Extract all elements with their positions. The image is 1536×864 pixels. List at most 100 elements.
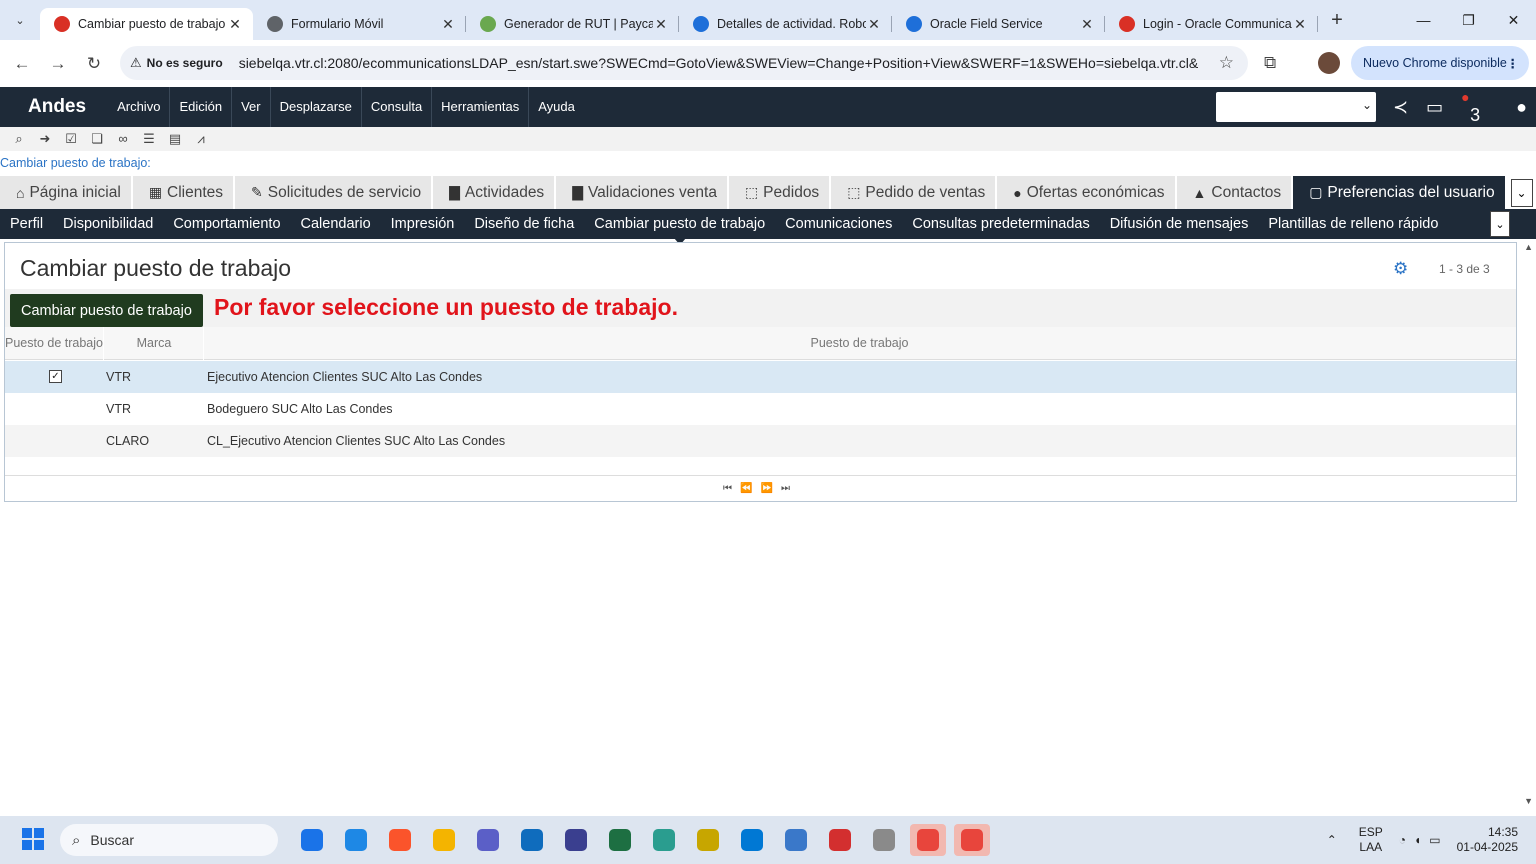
search-icon[interactable]: ⌕ <box>6 129 32 149</box>
omnibox[interactable]: ⚠ No es seguro siebelqa.vtr.cl:2080/ecomm… <box>120 46 1248 80</box>
clipboard-icon[interactable]: ▤ <box>162 129 188 149</box>
view-tab[interactable]: Comunicaciones <box>775 209 902 239</box>
screen-tab[interactable]: ⬚ Pedido de ventas <box>831 176 996 209</box>
close-tab-icon[interactable]: ✕ <box>653 16 669 33</box>
bookmark-star-icon[interactable]: ☆ <box>1219 53 1234 73</box>
column-header-marca[interactable]: Marca <box>105 327 204 360</box>
share-icon[interactable]: ≺ <box>1393 97 1408 118</box>
menu-item[interactable]: Herramientas <box>432 87 528 127</box>
view-tab[interactable]: Consultas predeterminadas <box>902 209 1099 239</box>
view-tab[interactable]: Perfil <box>0 209 53 239</box>
taskbar-app-icon[interactable] <box>690 824 726 856</box>
browser-tab[interactable]: Generador de RUT | Payca ✕ <box>466 8 679 40</box>
browser-tab[interactable]: Detalles de actividad. Robo ✕ <box>679 8 892 40</box>
taskbar-app-icon[interactable] <box>426 824 462 856</box>
copy-icon[interactable]: ❏ <box>84 129 110 149</box>
view-tab[interactable]: Comportamiento <box>163 209 290 239</box>
change-position-button[interactable]: Cambiar puesto de trabajo <box>10 294 203 327</box>
volume-icon[interactable]: ◖ <box>1414 833 1421 847</box>
screen-tabs-more-icon[interactable]: ⌄ <box>1510 179 1533 207</box>
browser-tab[interactable]: Formulario Móvil ✕ <box>253 8 466 40</box>
last-page-icon[interactable]: ⏭ <box>781 483 798 494</box>
browser-tab[interactable]: Login - Oracle Communica ✕ <box>1105 8 1318 40</box>
close-tab-icon[interactable]: ✕ <box>1292 16 1308 33</box>
taskbar-search[interactable]: ⌕ Buscar <box>60 824 278 856</box>
screen-tab[interactable]: ▇ Actividades <box>433 176 555 209</box>
taskbar-app-icon[interactable] <box>558 824 594 856</box>
close-tab-icon[interactable]: ✕ <box>866 16 882 33</box>
browser-tab[interactable]: Oracle Field Service ✕ <box>892 8 1105 40</box>
taskbar-app-icon[interactable] <box>294 824 330 856</box>
chart-icon[interactable]: ⩘ <box>188 129 214 149</box>
go-icon[interactable]: ➜ <box>32 129 58 149</box>
scroll-up-icon[interactable]: ▲ <box>1524 242 1533 252</box>
taskbar-app-icon[interactable] <box>338 824 374 856</box>
list-icon[interactable]: ☰ <box>136 129 162 149</box>
view-tab[interactable]: Calendario <box>291 209 381 239</box>
wifi-icon[interactable]: ◔ <box>1399 833 1406 847</box>
scroll-down-icon[interactable]: ▼ <box>1524 796 1533 806</box>
gear-icon[interactable]: ⚙ <box>1393 259 1408 279</box>
notifications-icon[interactable]: ● 3 <box>1461 89 1498 126</box>
screen-tab[interactable]: ▢ Preferencias del usuario <box>1293 176 1505 209</box>
screen-tab[interactable]: ▇ Validaciones venta <box>556 176 727 209</box>
taskbar-app-icon[interactable] <box>910 824 946 856</box>
restore-icon[interactable]: ❐ <box>1446 0 1491 40</box>
url-text[interactable]: siebelqa.vtr.cl:2080/ecommunicationsLDAP… <box>239 55 1199 71</box>
taskbar-app-icon[interactable] <box>778 824 814 856</box>
menu-item[interactable]: Desplazarse <box>271 87 361 127</box>
menu-item[interactable]: Edición <box>170 87 231 127</box>
taskbar-app-icon[interactable] <box>822 824 858 856</box>
next-page-icon[interactable]: ⏩ <box>761 483 781 494</box>
view-tab[interactable]: Diseño de ficha <box>464 209 584 239</box>
taskbar-app-icon[interactable] <box>382 824 418 856</box>
taskbar-app-icon[interactable] <box>514 824 550 856</box>
security-indicator[interactable]: ⚠ No es seguro <box>130 55 223 71</box>
screen-tab[interactable]: ▲ Contactos <box>1176 176 1292 209</box>
menu-item[interactable]: Archivo <box>108 87 169 127</box>
view-tab[interactable]: Impresión <box>381 209 465 239</box>
taskbar-app-icon[interactable] <box>602 824 638 856</box>
close-tab-icon[interactable]: ✕ <box>440 16 456 33</box>
first-page-icon[interactable]: ⏮ <box>723 483 740 494</box>
extensions-icon[interactable]: ⧉ <box>1264 53 1276 73</box>
minimize-icon[interactable]: — <box>1401 0 1446 40</box>
forward-icon[interactable]: → <box>40 54 76 74</box>
browser-tab[interactable]: Cambiar puesto de trabajo ✕ <box>40 8 253 40</box>
screen-tab[interactable]: ▦ Clientes <box>132 176 234 209</box>
chevron-up-icon[interactable]: ⌃ <box>1327 833 1337 847</box>
breadcrumb[interactable]: Cambiar puesto de trabajo: <box>0 156 151 170</box>
column-header-primary[interactable]: Puesto de trabajo <box>5 327 104 360</box>
view-tab[interactable]: Disponibilidad <box>53 209 163 239</box>
user-icon[interactable]: ● <box>1516 97 1527 118</box>
screen-tab[interactable]: ⌂ Página inicial <box>0 176 131 209</box>
tab-search-icon[interactable]: ⌄ <box>0 0 40 40</box>
view-tab[interactable]: Cambiar puesto de trabajo <box>584 209 775 245</box>
prev-page-icon[interactable]: ⏪ <box>740 483 760 494</box>
language-indicator[interactable]: ESP LAA <box>1359 825 1383 855</box>
view-tab[interactable]: Plantillas de relleno rápido <box>1258 209 1448 239</box>
table-row[interactable]: ✓ VTR Ejecutivo Atencion Clientes SUC Alto… <box>5 361 1516 393</box>
menu-item[interactable]: Ver <box>232 87 270 127</box>
screen-tab[interactable]: ● Ofertas económicas <box>997 176 1175 209</box>
windows-start-icon[interactable] <box>22 828 44 850</box>
table-row[interactable]: VTR Bodeguero SUC Alto Las Condes <box>5 393 1516 425</box>
close-tab-icon[interactable]: ✕ <box>227 16 243 33</box>
column-header-puesto[interactable]: Puesto de trabajo <box>207 327 1512 360</box>
taskbar-app-icon[interactable] <box>954 824 990 856</box>
chat-icon[interactable]: ▭ <box>1426 97 1443 118</box>
reload-icon[interactable]: ↻ <box>76 54 112 74</box>
taskbar-app-icon[interactable] <box>866 824 902 856</box>
new-tab-button[interactable]: + <box>1322 9 1352 32</box>
chrome-update-button[interactable]: Nuevo Chrome disponible ⋮ <box>1351 46 1529 80</box>
more-menu-icon[interactable]: ⋮ <box>1507 56 1520 71</box>
battery-icon[interactable]: ▭ <box>1429 833 1440 847</box>
taskbar-app-icon[interactable] <box>734 824 770 856</box>
view-tabs-more-icon[interactable]: ⌄ <box>1490 211 1510 237</box>
screen-tab[interactable]: ✎ Solicitudes de servicio <box>235 176 432 209</box>
app-search-select[interactable]: ⌄ <box>1216 92 1376 122</box>
primary-checkbox[interactable]: ✓ <box>49 370 62 383</box>
screen-tab[interactable]: ⬚ Pedidos <box>728 176 830 209</box>
table-row[interactable]: CLARO CL_Ejecutivo Atencion Clientes SUC … <box>5 425 1516 457</box>
profile-avatar[interactable] <box>1318 52 1340 74</box>
